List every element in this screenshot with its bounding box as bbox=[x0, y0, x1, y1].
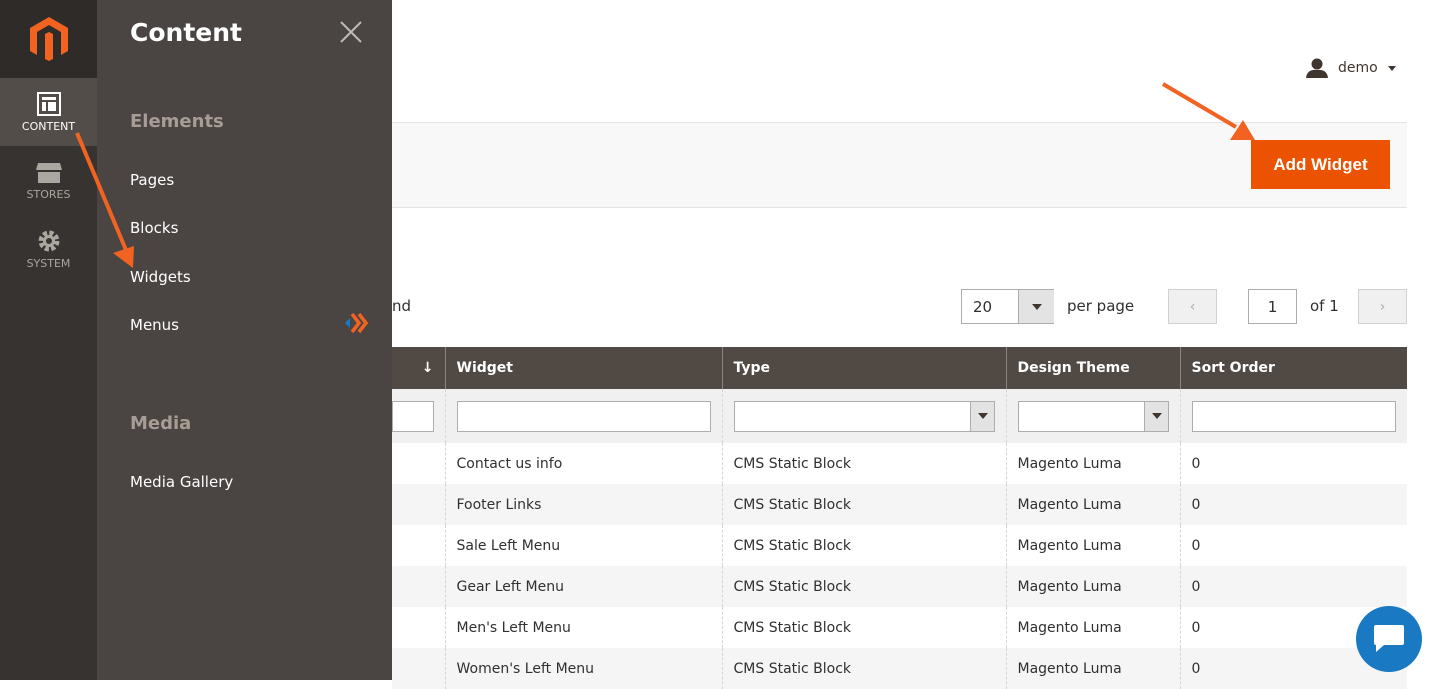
menu-item-blocks[interactable]: Blocks bbox=[130, 219, 178, 237]
cell-widget: Contact us info bbox=[444, 443, 722, 484]
prev-page-button[interactable]: ‹ bbox=[1168, 289, 1217, 324]
per-page-label: per page bbox=[1067, 297, 1135, 315]
chevron-right-icon: › bbox=[1379, 298, 1386, 315]
column-header-type[interactable]: Type bbox=[721, 347, 1006, 389]
nav-label: SYSTEM bbox=[26, 256, 71, 270]
widgets-grid: ↓ Widget Type Design Theme Sort Order Co… bbox=[392, 347, 1407, 689]
nav-item-system[interactable]: SYSTEM bbox=[0, 215, 97, 283]
content-menu-panel: Content Elements Pages Blocks Widgets Me… bbox=[97, 0, 392, 680]
panel-title: Content bbox=[130, 18, 242, 47]
chevron-left-icon: ‹ bbox=[1189, 298, 1196, 315]
cell-sort-order: 0 bbox=[1179, 566, 1407, 607]
chevron-down-icon bbox=[1018, 290, 1054, 323]
table-row[interactable]: Men's Left Menu CMS Static Block Magento L… bbox=[392, 607, 1407, 648]
cell-design-theme: Magento Luma bbox=[1005, 443, 1180, 484]
cell-type: CMS Static Block bbox=[721, 525, 1006, 566]
cell-widget: Women's Left Menu bbox=[444, 648, 722, 689]
filter-id-input[interactable] bbox=[392, 400, 434, 432]
cell-sort-order: 0 bbox=[1179, 484, 1407, 525]
filter-sort-order-input[interactable] bbox=[1191, 400, 1396, 432]
cell-id bbox=[392, 443, 445, 484]
magento-logo[interactable] bbox=[0, 0, 97, 78]
stores-icon bbox=[35, 162, 62, 183]
cell-type: CMS Static Block bbox=[721, 648, 1006, 689]
content-icon bbox=[36, 91, 61, 116]
table-row[interactable]: Sale Left Menu CMS Static Block Magento Lu… bbox=[392, 525, 1407, 566]
cell-id bbox=[392, 566, 445, 607]
menu-item-media-gallery[interactable]: Media Gallery bbox=[130, 473, 233, 491]
cell-sort-order: 0 bbox=[1179, 443, 1407, 484]
table-row[interactable]: Gear Left Menu CMS Static Block Magento Lu… bbox=[392, 566, 1407, 607]
cell-design-theme: Magento Luma bbox=[1005, 484, 1180, 525]
chat-button[interactable] bbox=[1356, 606, 1422, 672]
page-number-input[interactable]: 1 bbox=[1248, 289, 1297, 324]
cell-design-theme: Magento Luma bbox=[1005, 566, 1180, 607]
table-row[interactable]: Footer Links CMS Static Block Magento Luma… bbox=[392, 484, 1407, 525]
cell-design-theme: Magento Luma bbox=[1005, 648, 1180, 689]
cell-widget: Sale Left Menu bbox=[444, 525, 722, 566]
menu-item-menus[interactable]: Menus bbox=[130, 316, 179, 334]
filter-widget-input[interactable] bbox=[456, 400, 711, 432]
chat-icon bbox=[1374, 625, 1404, 652]
user-menu[interactable]: demo bbox=[1306, 58, 1396, 78]
cell-widget: Gear Left Menu bbox=[444, 566, 722, 607]
nav-label: CONTENT bbox=[21, 119, 76, 133]
table-row[interactable]: Contact us info CMS Static Block Magento L… bbox=[392, 443, 1407, 484]
cell-design-theme: Magento Luma bbox=[1005, 525, 1180, 566]
cell-id bbox=[392, 648, 445, 689]
nav-item-content[interactable]: CONTENT bbox=[0, 78, 97, 146]
close-icon[interactable] bbox=[339, 20, 363, 44]
per-page-select[interactable]: 20 bbox=[961, 289, 1054, 324]
chevron-down-icon bbox=[1151, 412, 1162, 419]
records-found-text: nd bbox=[392, 297, 412, 315]
cell-type: CMS Static Block bbox=[721, 443, 1006, 484]
column-id-header[interactable]: ↓ bbox=[392, 347, 445, 389]
cell-type: CMS Static Block bbox=[721, 566, 1006, 607]
chevron-down-icon bbox=[1387, 65, 1396, 71]
column-header-widget[interactable]: Widget bbox=[444, 347, 722, 389]
user-icon bbox=[1306, 58, 1328, 78]
nav-label: STORES bbox=[26, 187, 71, 201]
cell-sort-order: 0 bbox=[1179, 525, 1407, 566]
menu-item-widgets[interactable]: Widgets bbox=[130, 268, 191, 286]
gear-icon bbox=[38, 230, 59, 251]
annotation-arrow-add-widget bbox=[1161, 82, 1238, 129]
admin-nav: CONTENT STORES SYSTEM bbox=[0, 0, 97, 680]
nav-item-stores[interactable]: STORES bbox=[0, 147, 97, 215]
cell-id bbox=[392, 525, 445, 566]
user-name: demo bbox=[1338, 60, 1378, 76]
cell-type: CMS Static Block bbox=[721, 484, 1006, 525]
filter-theme-select[interactable] bbox=[1017, 400, 1169, 432]
cell-id bbox=[392, 607, 445, 648]
page-count: of 1 bbox=[1310, 297, 1339, 315]
next-page-button[interactable]: › bbox=[1358, 289, 1407, 324]
cell-design-theme: Magento Luma bbox=[1005, 607, 1180, 648]
per-page-value: 20 bbox=[973, 298, 993, 316]
add-widget-button[interactable]: Add Widget bbox=[1251, 140, 1390, 189]
sort-arrow-icon: ↓ bbox=[421, 360, 434, 376]
extension-chevrons-icon bbox=[345, 312, 369, 334]
table-row[interactable]: Women's Left Menu CMS Static Block Magento… bbox=[392, 648, 1407, 689]
filter-type-select[interactable] bbox=[733, 400, 995, 432]
cell-type: CMS Static Block bbox=[721, 607, 1006, 648]
chevron-down-icon bbox=[977, 412, 988, 419]
cell-id bbox=[392, 484, 445, 525]
cell-widget: Footer Links bbox=[444, 484, 722, 525]
menu-item-pages[interactable]: Pages bbox=[130, 171, 174, 189]
section-media: Media bbox=[130, 413, 192, 434]
column-header-design-theme[interactable]: Design Theme bbox=[1005, 347, 1180, 389]
cell-widget: Men's Left Menu bbox=[444, 607, 722, 648]
section-elements: Elements bbox=[130, 111, 224, 132]
column-header-sort-order[interactable]: Sort Order bbox=[1179, 347, 1407, 389]
